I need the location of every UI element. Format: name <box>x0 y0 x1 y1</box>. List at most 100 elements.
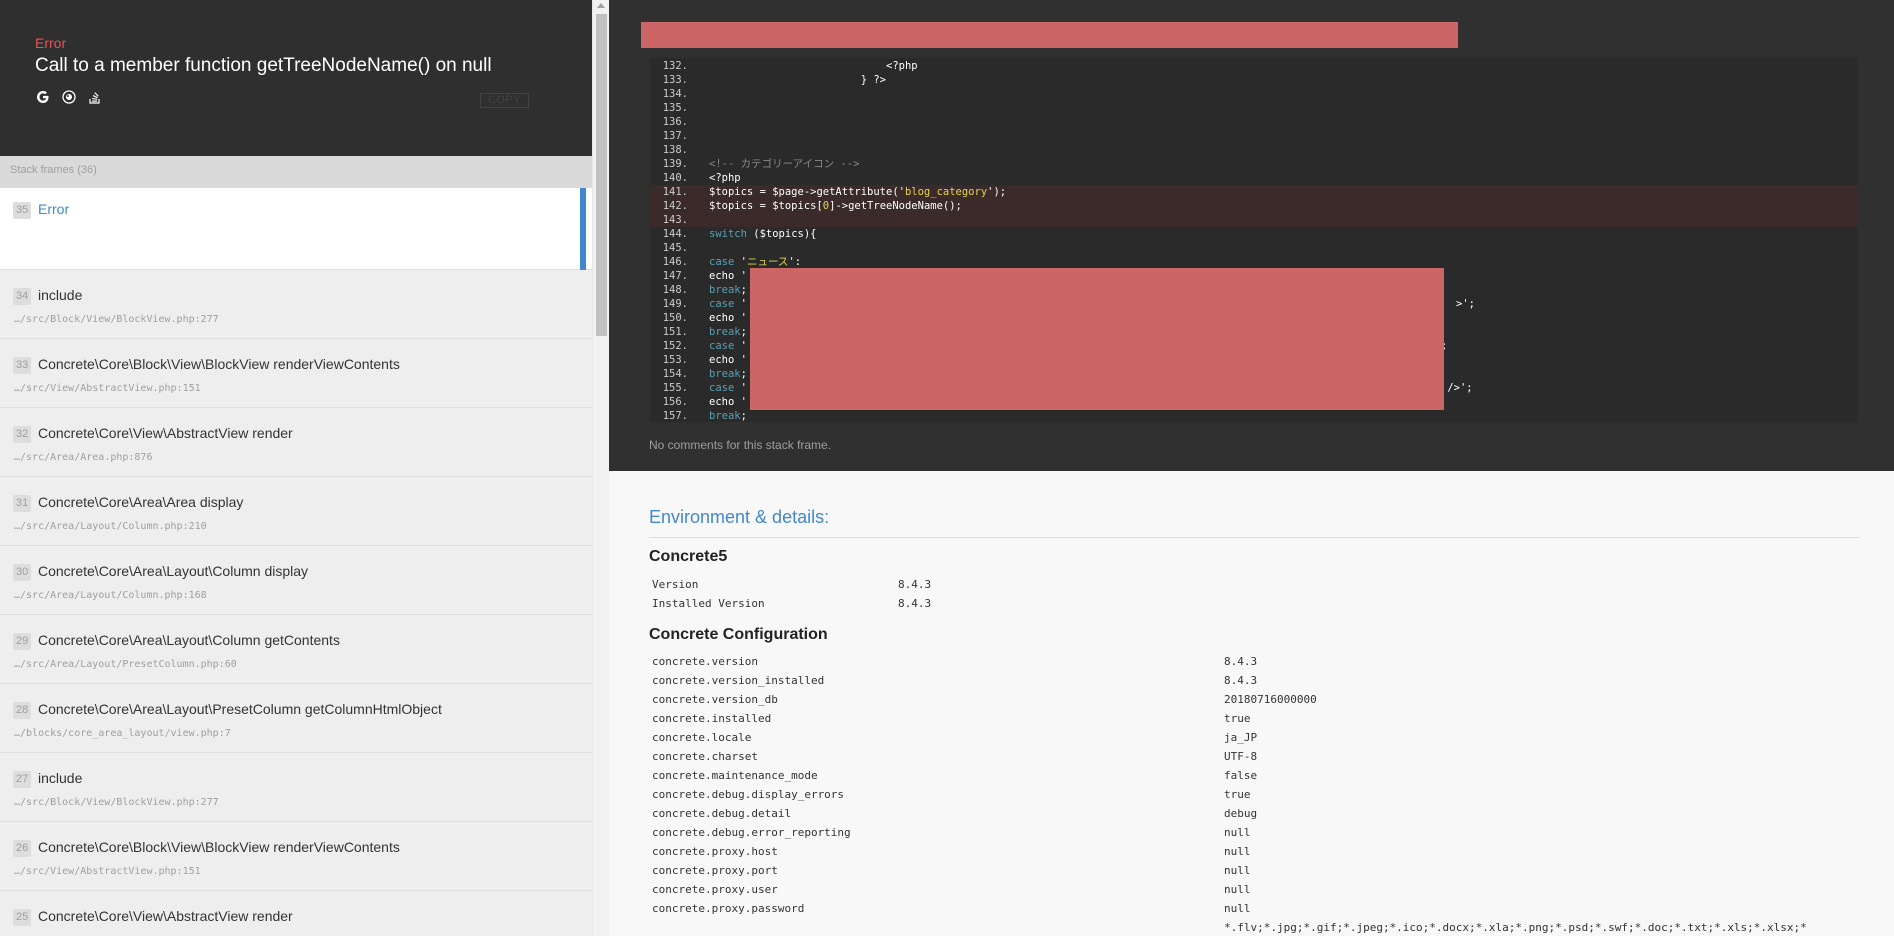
line-code: echo ' <box>709 396 747 408</box>
env-value: null <box>1224 826 1251 839</box>
left-panel: Error Call to a member function getTreeN… <box>0 0 592 936</box>
frame-index: 27 <box>13 771 32 788</box>
frame-file: …/src/View/AbstractView.php:151 <box>14 383 201 394</box>
env-key: concrete.version_installed <box>652 674 825 687</box>
frame-index: 32 <box>13 426 32 443</box>
frame-index: 30 <box>13 564 32 581</box>
stack-frame[interactable]: 30 Concrete\Core\Area\Layout\Column displ… <box>0 546 592 615</box>
frame-class: Error <box>38 201 70 217</box>
line-number: 152. <box>662 340 688 352</box>
env-key: concrete.debug.display_errors <box>652 788 845 801</box>
env-value: 8.4.3 <box>1224 674 1258 687</box>
right-panel: 132. <?php 133. } ?> 134. 135. 136. 137. 138. 1… <box>609 0 1894 936</box>
stack-frame[interactable]: 27 include …/src/Block/View/BlockView.php:… <box>0 753 592 822</box>
left-panel-scrollbar[interactable] <box>592 0 609 936</box>
code-line: 140. <?php <box>650 171 1858 185</box>
frame-file: …/src/Area/Layout/Column.php:168 <box>14 590 207 601</box>
stack-frame[interactable]: 31 Concrete\Core\Area\Area display …/src/A… <box>0 477 592 546</box>
line-number: 145. <box>662 242 688 254</box>
env-row: Installed Version 8.4.3 <box>652 594 1892 613</box>
line-number: 136. <box>662 116 688 128</box>
frame-class: Concrete\Core\Area\Layout\PresetColumn g… <box>38 701 442 717</box>
line-number: 148. <box>662 284 688 296</box>
env-value: *.flv;*.jpg;*.gif;*.jpeg;*.ico;*.docx;*.… <box>1224 921 1807 934</box>
frame-class: Concrete\Core\Area\Layout\Column display <box>38 563 309 579</box>
frame-index: 31 <box>13 495 32 512</box>
stack-frame[interactable]: 32 Concrete\Core\View\AbstractView render… <box>0 408 592 477</box>
line-number: 140. <box>662 172 688 184</box>
frame-index: 33 <box>13 357 32 374</box>
env-row: concrete.version_installed 8.4.3 <box>652 671 1892 690</box>
env-key: Installed Version <box>652 597 765 610</box>
google-icon[interactable] <box>35 89 50 104</box>
env-row: concrete.debug.detail debug <box>652 804 1892 823</box>
env-key: concrete.charset <box>652 750 758 763</box>
copy-button[interactable]: COPY <box>480 93 529 108</box>
env-value: 8.4.3 <box>898 597 932 610</box>
scroll-up-arrow-icon[interactable] <box>597 3 605 8</box>
exception-header: Error Call to a member function getTreeN… <box>0 0 592 156</box>
stack-frame[interactable]: 35 Error <box>0 188 592 270</box>
frame-class: include <box>38 770 83 786</box>
scroll-thumb[interactable] <box>596 14 607 336</box>
env-key: concrete.proxy.user <box>652 883 778 896</box>
env-row: concrete.maintenance_mode false <box>652 766 1892 785</box>
code-line: 139. <!-- カテゴリーアイコン --> <box>650 157 1858 171</box>
env-value: false <box>1224 769 1258 782</box>
line-code: echo ' <box>709 312 747 324</box>
stackoverflow-icon[interactable] <box>87 89 102 104</box>
line-number: 153. <box>662 354 688 366</box>
line-number: 142. <box>662 200 688 212</box>
line-code: $topics = $topics[0]->getTreeNodeName(); <box>709 200 962 212</box>
line-number: 141. <box>662 186 688 198</box>
stack-frame[interactable]: 28 Concrete\Core\Area\Layout\PresetColumn… <box>0 684 592 753</box>
env-key: concrete.maintenance_mode <box>652 769 818 782</box>
duckduckgo-icon[interactable] <box>61 89 76 104</box>
stack-frame[interactable]: 25 Concrete\Core\View\AbstractView render <box>0 891 592 936</box>
frame-file: …/src/Area/Area.php:876 <box>14 452 153 463</box>
env-key: concrete.proxy.port <box>652 864 778 877</box>
line-code: echo ' <box>709 270 747 282</box>
exception-type: Error <box>35 35 67 51</box>
env-row: concrete.debug.display_errors true <box>652 785 1892 804</box>
code-line: 142. $topics = $topics[0]->getTreeNodeNam… <box>650 199 1858 213</box>
stack-frames-header: Stack frames (36) <box>0 156 592 188</box>
line-number: 133. <box>662 74 688 86</box>
env-value: null <box>1224 845 1251 858</box>
frame-file: …/blocks/core_area_layout/view.php:7 <box>14 728 231 739</box>
line-number: 134. <box>662 88 688 100</box>
stack-frame[interactable]: 26 Concrete\Core\Block\View\BlockView ren… <box>0 822 592 891</box>
frame-index: 26 <box>13 840 32 857</box>
env-row: concrete.proxy.user null <box>652 880 1892 899</box>
frame-class: Concrete\Core\Block\View\BlockView rende… <box>38 356 400 372</box>
line-code: <!-- カテゴリーアイコン --> <box>709 158 860 170</box>
exception-message: Call to a member function getTreeNodeNam… <box>35 55 492 76</box>
env-value: ja_JP <box>1224 731 1258 744</box>
line-number: 147. <box>662 270 688 282</box>
line-number: 156. <box>662 396 688 408</box>
environment-section: Environment & details: Concrete5 Version… <box>609 471 1894 936</box>
code-line: 144. switch ($topics){ <box>650 227 1858 241</box>
env-value: UTF-8 <box>1224 750 1258 763</box>
env-value: 8.4.3 <box>898 578 932 591</box>
stack-frame[interactable]: 34 include …/src/Block/View/BlockView.php:… <box>0 270 592 339</box>
line-number: 151. <box>662 326 688 338</box>
line-number: 149. <box>662 298 688 310</box>
stack-frame[interactable]: 29 Concrete\Core\Area\Layout\Column getCo… <box>0 615 592 684</box>
stack-frame[interactable]: 33 Concrete\Core\Block\View\BlockView ren… <box>0 339 592 408</box>
divider <box>649 537 1859 538</box>
whoops-error-page: Error Call to a member function getTreeN… <box>0 0 1894 936</box>
env-key: concrete.installed <box>652 712 772 725</box>
code-line: 133. } ?> <box>650 73 1858 87</box>
frame-file: …/src/Area/Layout/Column.php:210 <box>14 521 207 532</box>
line-number: 138. <box>662 144 688 156</box>
line-code: switch ($topics){ <box>709 228 817 240</box>
line-number: 135. <box>662 102 688 114</box>
line-code: $topics = $page->getAttribute('blog_cate… <box>709 186 1007 198</box>
env-row: concrete.locale ja_JP <box>652 728 1892 747</box>
line-code: break; <box>709 368 747 380</box>
concrete5-heading: Concrete5 <box>649 548 728 565</box>
env-key: concrete.locale <box>652 731 752 744</box>
env-row: concrete.version_db 20180716000000 <box>652 690 1892 709</box>
line-code: <?php <box>709 60 918 72</box>
